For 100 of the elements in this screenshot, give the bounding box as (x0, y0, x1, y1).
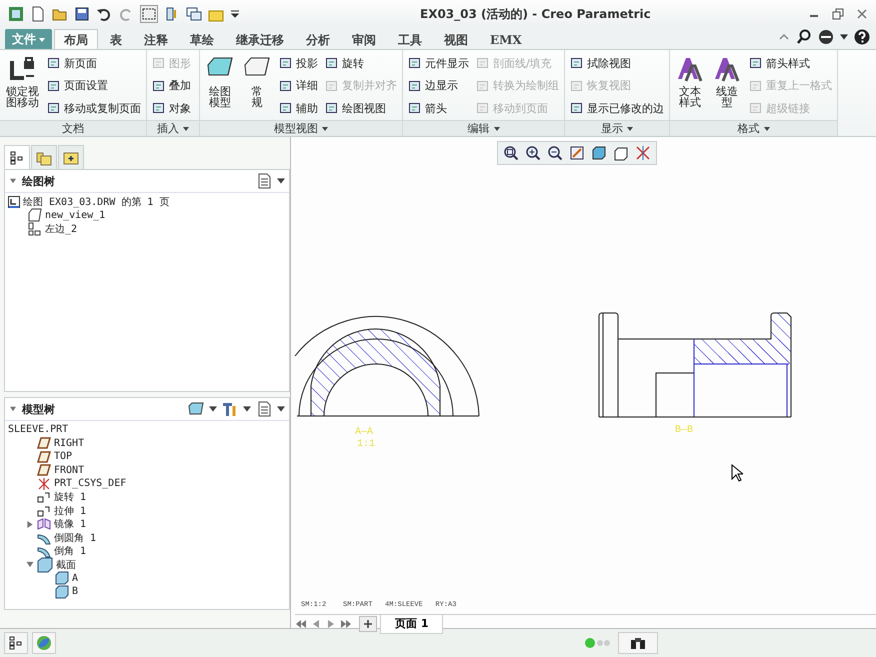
panel-title: 绘图树 (22, 174, 55, 188)
ribbon-button[interactable]: 页面设置 (45, 76, 143, 96)
tree-item[interactable]: FRONT (54, 464, 84, 476)
expanded-triangle-icon[interactable] (9, 406, 17, 412)
tree-item[interactable]: PRT_CSYS_DEF (54, 478, 126, 490)
tools-icon[interactable] (222, 401, 238, 417)
add-page-button[interactable] (359, 616, 377, 632)
ribbon-button[interactable]: 旋转 (323, 53, 399, 73)
ribbon-tab[interactable]: 继承迁移 (226, 29, 294, 49)
coordinate-system-icon (37, 476, 51, 491)
part-icon[interactable] (188, 401, 204, 417)
ribbon-large-button[interactable]: 锁定视图移动 (3, 53, 42, 118)
ribbon-tab[interactable]: 分析 (296, 29, 340, 49)
group-label[interactable]: 模型视图 (200, 120, 402, 136)
ribbon-button[interactable]: 移动或复制页面 (45, 98, 143, 118)
windows-icon[interactable] (186, 6, 202, 22)
ribbon-button[interactable]: 箭头样式 (747, 53, 834, 73)
group-label[interactable]: 显示 (565, 120, 669, 136)
ribbon-large-button[interactable]: 常规 (240, 53, 274, 118)
save-icon[interactable] (74, 6, 90, 22)
tree-item[interactable]: 截面 (56, 558, 76, 572)
find-button[interactable] (618, 632, 658, 654)
datum-icon[interactable] (635, 145, 651, 161)
expanded-triangle-icon[interactable] (9, 178, 17, 184)
tree-item[interactable]: A (72, 572, 78, 584)
model-tree-toggle-button[interactable] (4, 632, 28, 654)
ribbon-tab[interactable]: 视图 (434, 29, 478, 49)
new-file-icon[interactable] (30, 6, 46, 22)
ribbon-button[interactable]: 箭头 (406, 98, 471, 118)
page-tab[interactable]: 页面 1 (380, 614, 444, 634)
tree-item[interactable]: 左边_2 (45, 222, 78, 236)
caret-icon (627, 126, 633, 130)
ribbon-tab[interactable]: 工具 (388, 29, 432, 49)
ribbon-button[interactable]: 辅助 (277, 98, 320, 118)
ribbon-button[interactable]: 新页面 (45, 53, 143, 73)
customize-caret-icon[interactable] (230, 8, 240, 18)
caret-icon[interactable] (840, 34, 848, 40)
ribbon-large-button[interactable]: 线造型 (710, 53, 744, 118)
group-label[interactable]: 编辑 (403, 120, 564, 136)
ribbon-button[interactable]: 元件显示 (406, 53, 471, 73)
ribbon-tab[interactable]: EMX (480, 29, 532, 49)
tree-item[interactable]: 绘图 EX03_03.DRW 的第 1 页 (23, 194, 170, 209)
tree-item[interactable]: TOP (54, 451, 72, 462)
lock-view-icon (8, 55, 36, 83)
caret-icon[interactable] (277, 406, 285, 412)
caret-icon[interactable] (209, 406, 217, 412)
caret-icon (183, 126, 189, 130)
browser-toggle-button[interactable] (32, 632, 56, 654)
list-settings-icon[interactable] (256, 401, 272, 417)
ribbon-tab[interactable]: 草绘 (180, 29, 224, 49)
tree-item[interactable]: 拉伸 1 (54, 504, 86, 518)
caret-icon[interactable] (277, 178, 285, 184)
ribbon-button[interactable]: 显示已修改的边 (568, 98, 666, 118)
ribbon-tab[interactable]: 表 (100, 29, 132, 49)
window-title: EX03_03 (活动的) - Creo Parametric (420, 6, 651, 23)
search-icon[interactable] (796, 29, 812, 45)
restore-icon[interactable] (832, 8, 844, 20)
caret-icon[interactable] (243, 406, 251, 412)
tree-root[interactable]: SLEEVE.PRT (8, 424, 68, 436)
tree-item[interactable]: RIGHT (54, 438, 84, 449)
ribbon-button[interactable]: 投影 (277, 53, 320, 73)
ribbon-button[interactable]: 叠加 (150, 76, 193, 96)
app-icon[interactable] (8, 6, 24, 22)
tree-item[interactable]: new_view_1 (45, 210, 106, 221)
zoom-in-icon[interactable] (525, 145, 541, 161)
group-label[interactable]: 插入 (147, 120, 199, 136)
first-page-icon[interactable] (295, 618, 307, 630)
tree-item[interactable]: 倒角 1 (54, 544, 86, 558)
tree-item[interactable]: 镜像 1 (54, 517, 86, 532)
zoom-fit-icon[interactable] (503, 145, 519, 161)
view-icon[interactable] (613, 145, 629, 161)
expanded-triangle-icon[interactable] (26, 561, 34, 568)
repaint-icon[interactable] (569, 145, 585, 161)
close-icon[interactable] (856, 8, 868, 20)
zoom-out-icon[interactable] (547, 145, 563, 161)
section-label: A—A (355, 427, 374, 438)
text-style-icon (676, 55, 704, 83)
ribbon-tab[interactable]: 审阅 (342, 29, 386, 49)
ribbon-large-button[interactable]: 文本样式 (673, 53, 707, 118)
collapsed-triangle-icon[interactable] (26, 520, 34, 528)
display-style-icon[interactable] (591, 145, 607, 161)
panel-tab[interactable] (4, 145, 30, 169)
ribbon-button[interactable]: 拭除视图 (568, 53, 666, 73)
select-box-icon[interactable] (140, 4, 158, 22)
ribbon-large-button[interactable]: 绘图模型 (203, 53, 237, 118)
community-icon[interactable] (818, 29, 834, 45)
tree-item[interactable]: 倒圆角 1 (54, 530, 96, 545)
group-label[interactable]: 格式 (670, 120, 837, 136)
list-settings-icon[interactable] (256, 173, 272, 189)
ribbon-tab[interactable]: 注释 (134, 29, 178, 49)
ribbon-button[interactable]: 绘图视图 (323, 98, 399, 118)
ribbon-button[interactable]: 对象 (150, 98, 193, 118)
last-page-icon[interactable] (340, 618, 352, 630)
ribbon-tab[interactable]: 布局 (54, 29, 98, 49)
ribbon-button[interactable]: 详细 (277, 76, 320, 96)
tree-item[interactable]: B (72, 586, 78, 598)
command-icon (408, 56, 422, 70)
ribbon-button[interactable]: 边显示 (406, 76, 471, 96)
tree-item[interactable]: 旋转 1 (54, 490, 86, 504)
help-icon[interactable] (854, 29, 870, 45)
